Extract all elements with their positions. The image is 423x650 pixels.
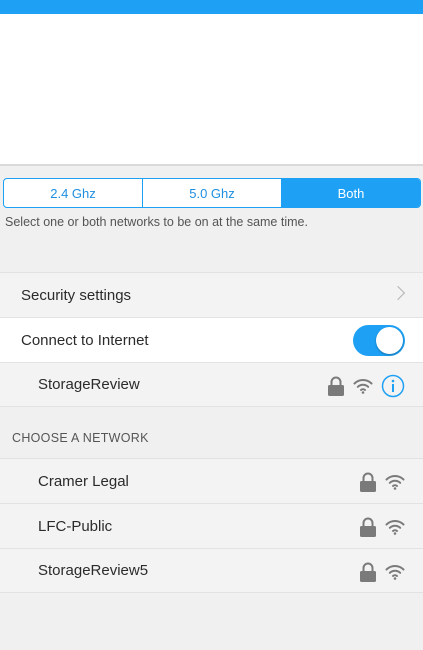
lock-icon xyxy=(327,376,345,396)
band-segmented-control: 2.4 Ghz 5.0 Ghz Both xyxy=(3,178,421,208)
lock-icon xyxy=(359,472,377,492)
band-hint-text: Select one or both networks to be on at … xyxy=(5,215,308,229)
current-network-name: StorageReview xyxy=(38,376,140,393)
segment-2-4-ghz[interactable]: 2.4 Ghz xyxy=(4,179,143,207)
segment-both[interactable]: Both xyxy=(282,179,420,207)
toggle-knob xyxy=(376,327,403,354)
network-name: Cramer Legal xyxy=(38,472,129,490)
connect-internet-label: Connect to Internet xyxy=(21,331,149,349)
lock-icon xyxy=(359,517,377,537)
network-name: LFC-Public xyxy=(38,517,113,535)
current-network-row[interactable]: StorageReview xyxy=(0,362,423,407)
info-icon[interactable] xyxy=(381,374,405,398)
wifi-icon xyxy=(385,474,405,490)
connect-internet-row: Connect to Internet xyxy=(0,317,423,362)
choose-network-header: CHOOSE A NETWORK xyxy=(12,431,149,445)
divider xyxy=(0,164,423,166)
network-name: StorageReview5 xyxy=(38,562,149,579)
wifi-icon xyxy=(385,564,405,580)
network-row-storagereview5[interactable]: StorageReview5 xyxy=(0,548,423,593)
lock-icon xyxy=(359,562,377,582)
chevron-right-icon xyxy=(390,285,406,301)
wifi-icon xyxy=(353,378,373,394)
top-nav-bar xyxy=(0,0,423,14)
segment-5-0-ghz[interactable]: 5.0 Ghz xyxy=(143,179,282,207)
network-row-cramer-legal[interactable]: Cramer Legal xyxy=(0,458,423,503)
security-settings-label: Security settings xyxy=(21,286,132,304)
connect-internet-toggle[interactable] xyxy=(353,325,405,356)
content-panel xyxy=(0,14,423,164)
network-row-lfc-public[interactable]: LFC-Public xyxy=(0,503,423,548)
security-settings-row[interactable]: Security settings xyxy=(0,272,423,317)
wifi-icon xyxy=(385,519,405,535)
